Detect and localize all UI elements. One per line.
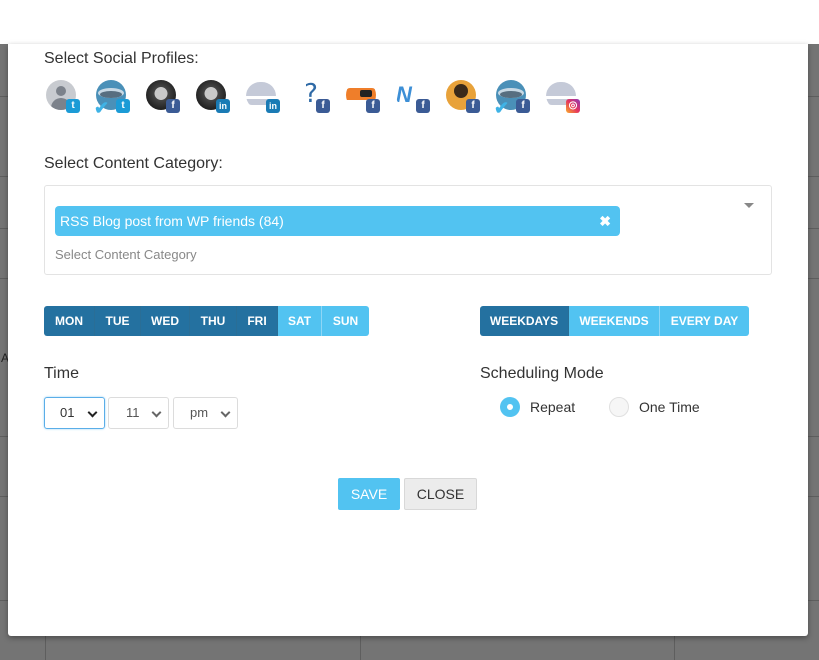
repeat-label[interactable]: Repeat <box>530 399 575 415</box>
day-preset-selector: WEEKDAYS WEEKENDS EVERY DAY <box>480 306 749 336</box>
profile-7[interactable]: Nf <box>396 80 446 116</box>
twitter-icon: t <box>66 99 80 113</box>
facebook-icon: f <box>516 99 530 113</box>
save-button[interactable]: SAVE <box>338 478 400 510</box>
profile-0[interactable]: t <box>46 80 96 116</box>
ampm-value: pm <box>190 405 209 420</box>
hour-select[interactable]: 01 <box>44 397 105 429</box>
table-col-line <box>674 636 675 660</box>
instagram-icon: ◎ <box>566 99 580 113</box>
day-thu-button[interactable]: THU <box>190 306 237 336</box>
chip-label: RSS Blog post from WP friends (84) <box>60 213 284 229</box>
chevron-down-icon <box>151 407 162 418</box>
schedule-modal <box>8 44 808 636</box>
profile-2[interactable]: f <box>146 80 196 116</box>
weekends-button[interactable]: WEEKENDS <box>569 306 660 336</box>
dropdown-caret-icon[interactable] <box>744 203 754 208</box>
content-category-label: Select Content Category: <box>44 155 223 172</box>
social-profiles-list: t ✔ t f in in ? f f Nf f ✔ f ◎ <box>46 80 596 118</box>
profile-1[interactable]: ✔ t <box>94 80 146 118</box>
remove-chip-icon[interactable]: ✖ <box>599 206 611 236</box>
profile-6[interactable]: f <box>346 80 396 116</box>
day-sat-button[interactable]: SAT <box>278 306 322 336</box>
table-col-line <box>45 636 46 660</box>
category-search-input[interactable]: Select Content Category <box>55 247 197 262</box>
facebook-icon: f <box>466 99 480 113</box>
social-profiles-label: Select Social Profiles: <box>44 50 199 67</box>
content-category-select[interactable]: RSS Blog post from WP friends (84) ✖ Sel… <box>44 185 772 275</box>
facebook-icon: f <box>166 99 180 113</box>
close-button[interactable]: CLOSE <box>404 478 477 510</box>
top-bar <box>0 0 819 44</box>
profile-8[interactable]: f <box>446 80 496 116</box>
checkmark-icon: ✔ <box>94 98 110 118</box>
one-time-radio[interactable] <box>609 397 629 417</box>
day-mon-button[interactable]: MON <box>44 306 95 336</box>
hour-value: 01 <box>60 405 75 420</box>
repeat-radio[interactable] <box>500 397 520 417</box>
time-label: Time <box>44 365 79 382</box>
every-day-button[interactable]: EVERY DAY <box>660 306 749 336</box>
minute-select[interactable]: 11 <box>108 397 169 429</box>
day-fri-button[interactable]: FRI <box>237 306 278 336</box>
day-sun-button[interactable]: SUN <box>322 306 369 336</box>
weekdays-button[interactable]: WEEKDAYS <box>480 306 569 336</box>
ampm-select[interactable]: pm <box>173 397 238 429</box>
one-time-label[interactable]: One Time <box>639 399 700 415</box>
minute-value: 11 <box>126 405 140 420</box>
profile-9[interactable]: ✔ f <box>494 80 546 118</box>
profile-4[interactable]: in <box>246 80 296 116</box>
linkedin-icon: in <box>216 99 230 113</box>
selected-category-chip: RSS Blog post from WP friends (84) ✖ <box>55 206 620 236</box>
table-col-line <box>360 636 361 660</box>
chevron-down-icon <box>220 407 231 418</box>
chevron-down-icon <box>87 407 98 418</box>
twitter-icon: t <box>116 99 130 113</box>
facebook-icon: f <box>416 99 430 113</box>
profile-10[interactable]: ◎ <box>546 80 596 116</box>
profile-3[interactable]: in <box>196 80 246 116</box>
linkedin-icon: in <box>266 99 280 113</box>
checkmark-icon: ✔ <box>494 98 510 118</box>
day-selector: MON TUE WED THU FRI SAT SUN <box>44 306 369 336</box>
day-wed-button[interactable]: WED <box>141 306 190 336</box>
facebook-icon: f <box>316 99 330 113</box>
profile-5[interactable]: ? f <box>296 80 346 116</box>
day-tue-button[interactable]: TUE <box>95 306 141 336</box>
scheduling-mode-label: Scheduling Mode <box>480 365 604 382</box>
facebook-icon: f <box>366 99 380 113</box>
